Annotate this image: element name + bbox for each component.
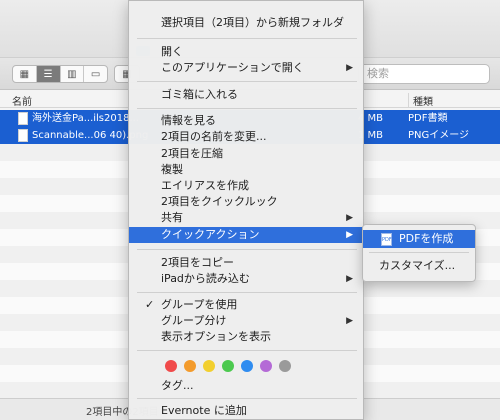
menu-item-tags[interactable]: タグ... xyxy=(129,378,363,394)
menu-item-label: クイックアクション xyxy=(161,228,260,241)
menu-separator xyxy=(137,81,357,82)
menu-separator xyxy=(137,398,357,399)
menu-item-label: 複製 xyxy=(161,163,183,176)
column-view-icon[interactable]: ▥ xyxy=(61,66,85,82)
menu-item-label: 共有 xyxy=(161,211,183,224)
png-file-icon xyxy=(18,129,28,142)
menu-separator xyxy=(369,252,469,253)
view-mode-selector[interactable]: ▦ ☰ ▥ ▭ xyxy=(12,65,108,83)
menu-item-label: Evernote に追加 xyxy=(161,404,247,417)
menu-item-label: 2項目をコピー xyxy=(161,256,234,269)
search-field[interactable]: 検索 xyxy=(358,64,490,84)
menu-item-use-groups[interactable]: ✓ グループを使用 xyxy=(129,297,363,313)
menu-separator xyxy=(137,38,357,39)
pdf-icon: PDF xyxy=(381,233,392,246)
file-kind: PDF書類 xyxy=(408,113,448,124)
submenu-arrow-icon: ▶ xyxy=(346,274,353,284)
submenu-arrow-icon: ▶ xyxy=(346,230,353,240)
gallery-view-icon[interactable]: ▭ xyxy=(84,66,107,82)
menu-item-get-info[interactable]: 情報を見る xyxy=(129,113,363,129)
list-view-icon[interactable]: ☰ xyxy=(36,66,61,82)
column-header-kind[interactable]: 種類 xyxy=(408,93,433,108)
menu-separator xyxy=(137,350,357,351)
menu-item-move-to-trash[interactable]: ゴミ箱に入れる xyxy=(129,87,363,103)
menu-item-open[interactable]: 開く xyxy=(129,44,363,60)
menu-item-open-with[interactable]: このアプリケーションで開く ▶ xyxy=(129,60,363,76)
menu-item-label: このアプリケーションで開く xyxy=(161,61,304,74)
menu-item-group-by[interactable]: グループ分け ▶ xyxy=(129,313,363,329)
menu-separator xyxy=(137,108,357,109)
menu-item-copy[interactable]: 2項目をコピー xyxy=(129,255,363,271)
menu-item-share[interactable]: 共有 ▶ xyxy=(129,210,363,226)
tag-color-purple[interactable] xyxy=(260,360,272,372)
menu-item-label: エイリアスを作成 xyxy=(161,179,249,192)
menu-item-new-folder-with-selection[interactable]: 選択項目（2項目）から新規フォルダ xyxy=(129,15,363,31)
menu-item-label: グループを使用 xyxy=(161,298,238,311)
file-kind: PNGイメージ xyxy=(408,130,470,141)
submenu-item-create-pdf[interactable]: PDF PDFを作成 xyxy=(363,230,475,248)
tag-color-orange[interactable] xyxy=(184,360,196,372)
quick-actions-submenu: PDF PDFを作成 カスタマイズ... xyxy=(362,224,476,282)
menu-item-label: グループ分け xyxy=(161,314,227,327)
menu-item-rename[interactable]: 2項目の名前を変更... xyxy=(129,129,363,145)
file-name: 海外送金Pa...ils2018... xyxy=(32,113,139,124)
pdf-file-icon xyxy=(18,112,28,125)
menu-item-label: 開く xyxy=(161,45,183,58)
menu-item-label: 2項目をクイックルック xyxy=(161,195,278,208)
search-placeholder: 検索 xyxy=(367,67,389,80)
submenu-arrow-icon: ▶ xyxy=(346,316,353,326)
tag-color-blue[interactable] xyxy=(241,360,253,372)
tag-color-yellow[interactable] xyxy=(203,360,215,372)
icon-view-icon[interactable]: ▦ xyxy=(13,66,37,82)
menu-separator xyxy=(137,249,357,250)
menu-item-duplicate[interactable]: 複製 xyxy=(129,162,363,178)
menu-item-quick-actions[interactable]: クイックアクション ▶ xyxy=(129,227,363,243)
submenu-item-label: PDFを作成 xyxy=(399,232,454,245)
menu-item-add-to-evernote[interactable]: Evernote に追加 xyxy=(129,403,363,419)
tag-color-picker xyxy=(165,360,291,372)
menu-item-label: 表示オプションを表示 xyxy=(161,330,271,343)
menu-item-label: 情報を見る xyxy=(161,114,216,127)
menu-item-make-alias[interactable]: エイリアスを作成 xyxy=(129,178,363,194)
tag-color-gray[interactable] xyxy=(279,360,291,372)
menu-item-label: 2項目を圧縮 xyxy=(161,147,223,160)
column-header-name[interactable]: 名前 xyxy=(12,93,32,108)
menu-item-import-from-ipad[interactable]: iPadから読み込む ▶ xyxy=(129,271,363,287)
menu-item-label: 選択項目（2項目）から新規フォルダ xyxy=(161,16,344,29)
tag-color-red[interactable] xyxy=(165,360,177,372)
checkmark-icon: ✓ xyxy=(145,298,155,311)
menu-item-show-view-options[interactable]: 表示オプションを表示 xyxy=(129,329,363,345)
menu-separator xyxy=(137,292,357,293)
menu-item-compress[interactable]: 2項目を圧縮 xyxy=(129,146,363,162)
menu-item-quick-look[interactable]: 2項目をクイックルック xyxy=(129,194,363,210)
context-menu: 選択項目（2項目）から新規フォルダ 開く このアプリケーションで開く ▶ ゴミ箱に… xyxy=(128,0,364,420)
submenu-arrow-icon: ▶ xyxy=(346,63,353,73)
tag-color-green[interactable] xyxy=(222,360,234,372)
menu-item-label: iPadから読み込む xyxy=(161,272,250,285)
menu-item-label: タグ... xyxy=(161,379,194,392)
submenu-item-label: カスタマイズ... xyxy=(379,259,456,272)
menu-item-label: ゴミ箱に入れる xyxy=(161,88,238,101)
menu-item-label: 2項目の名前を変更... xyxy=(161,130,267,143)
submenu-arrow-icon: ▶ xyxy=(346,213,353,223)
submenu-item-customize[interactable]: カスタマイズ... xyxy=(363,257,475,275)
